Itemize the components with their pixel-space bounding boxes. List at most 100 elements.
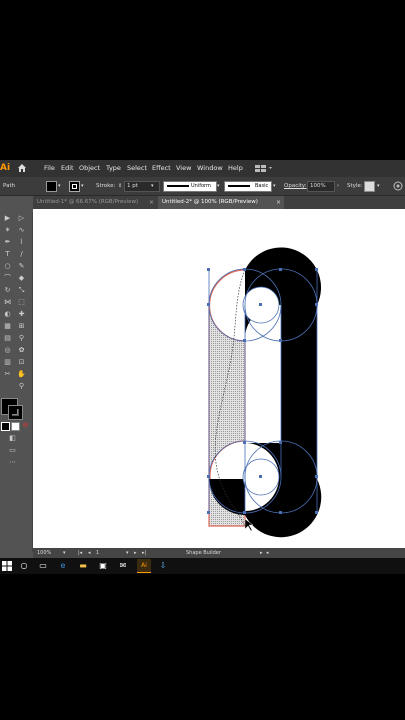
rotate-tool-icon[interactable]: ↻ [3, 286, 12, 295]
task-view-icon[interactable]: ▭ [38, 561, 48, 571]
artwork[interactable] [33, 209, 405, 548]
search-icon[interactable]: ○ [19, 561, 29, 571]
color-mode-icon[interactable] [1, 422, 10, 431]
brush-value: Basic [255, 183, 269, 189]
tool-info-arrow-icon[interactable]: ▸ [260, 548, 263, 558]
gradient-tool-icon[interactable]: ▤ [3, 334, 12, 343]
more-tools-icon[interactable]: ⋯ [8, 458, 17, 467]
tab-untitled-2[interactable]: Untitled-2* @ 100% (RGB/Preview) [158, 196, 284, 209]
gradient-mode-icon[interactable] [11, 422, 20, 431]
style-swatch[interactable] [364, 181, 375, 192]
line-tool-icon[interactable]: / [17, 250, 26, 259]
control-bar: Path ▾ ▾ Stroke: ⇕ 1 pt ▾ Uniform ▾ Basic… [0, 177, 405, 196]
stroke-swatch[interactable] [69, 181, 80, 192]
opacity-field[interactable]: 100% [307, 181, 335, 192]
zoom-tool-icon[interactable]: ⚲ [17, 382, 26, 391]
screen-mode-icon[interactable]: ▭ [8, 446, 17, 455]
pen-tool-icon[interactable]: ✒ [3, 238, 12, 247]
style-dropdown-icon[interactable]: ▾ [377, 182, 380, 190]
type-tool-icon[interactable]: T [3, 250, 12, 259]
home-icon[interactable] [17, 163, 27, 173]
stroke-label[interactable]: Stroke: [96, 182, 115, 190]
menu-object[interactable]: Object [79, 163, 100, 173]
store-icon[interactable]: ▣ [98, 561, 108, 571]
mail-icon[interactable]: ✉ [118, 561, 128, 571]
artboard-dropdown-icon[interactable]: ▾ [126, 548, 129, 558]
menu-bar: Ai File Edit Object Type Select Effect V… [0, 160, 405, 177]
width-tool-icon[interactable]: ⋈ [3, 298, 12, 307]
hand-tool-icon[interactable]: ✋ [17, 370, 26, 379]
illustrator-window: Ai File Edit Object Type Select Effect V… [0, 160, 405, 574]
fill-dropdown-icon[interactable]: ▾ [58, 182, 61, 190]
first-artboard-icon[interactable]: |◂ [78, 548, 82, 558]
file-explorer-icon[interactable]: ▬ [78, 561, 88, 571]
stroke-stepper-icon[interactable]: ⇕ [118, 182, 122, 190]
current-tool-label: Shape Builder [186, 550, 221, 556]
tab-untitled-1[interactable]: Untitled-1* @ 66.67% (RGB/Preview) [33, 196, 157, 209]
selection-type-label: Path [3, 183, 16, 189]
artboard-tool-icon[interactable]: ⊡ [17, 358, 26, 367]
menu-select[interactable]: Select [127, 163, 147, 173]
fill-swatch[interactable] [46, 181, 57, 192]
shape-builder-icon[interactable]: ◐ [3, 310, 12, 319]
perspective-grid-icon[interactable]: ▦ [3, 322, 12, 331]
menu-type[interactable]: Type [106, 163, 121, 173]
profile-value: Uniform [191, 183, 211, 189]
prev-artboard-icon[interactable]: ◂ [88, 548, 91, 558]
opacity-expand-icon[interactable]: › [337, 182, 339, 190]
next-artboard-icon[interactable]: ▸ [134, 548, 137, 558]
close-tab-icon[interactable]: × [276, 196, 281, 209]
live-paint-icon[interactable]: ✚ [17, 310, 26, 319]
selection-tool-icon[interactable]: ▶ [3, 214, 12, 223]
recolor-artwork-icon[interactable] [393, 181, 403, 191]
slice-tool-icon[interactable]: ✂ [3, 370, 12, 379]
ellipse-tool-icon[interactable]: ○ [3, 262, 12, 271]
free-transform-icon[interactable]: ⬚ [17, 298, 26, 307]
scale-tool-icon[interactable]: ⤡ [17, 286, 26, 295]
mesh-tool-icon[interactable]: ⊞ [17, 322, 26, 331]
brush-tool-icon[interactable]: ⌒ [3, 274, 12, 283]
profile-dropdown-icon[interactable]: ▾ [217, 182, 220, 190]
draw-mode-icon[interactable]: ◧ [8, 434, 17, 443]
menu-edit[interactable]: Edit [61, 163, 74, 173]
zoom-dropdown-icon[interactable]: ▾ [63, 548, 66, 558]
menu-window[interactable]: Window [197, 163, 223, 173]
illustrator-taskbar-icon[interactable]: Ai [137, 559, 151, 573]
stroke-weight-field[interactable]: 1 pt ▾ [124, 181, 160, 192]
symbol-sprayer-icon[interactable]: ✿ [17, 346, 26, 355]
opacity-label[interactable]: Opacity: [284, 182, 307, 190]
menu-file[interactable]: File [44, 163, 55, 173]
edge-icon[interactable]: e [58, 561, 68, 571]
column-graph-icon[interactable]: ▥ [3, 358, 12, 367]
stroke-weight-value: 1 pt [127, 183, 138, 189]
last-artboard-icon[interactable]: ▸| [142, 548, 146, 558]
magic-wand-icon[interactable]: ✶ [3, 226, 12, 235]
stroke-dropdown-icon[interactable]: ▾ [81, 182, 84, 190]
stroke-color-box[interactable] [8, 405, 23, 420]
windows-taskbar: ○ ▭ e ▬ ▣ ✉ Ai ⇩ [0, 558, 405, 574]
direct-selection-tool-icon[interactable]: ▷ [17, 214, 26, 223]
artboard-canvas[interactable] [33, 209, 405, 548]
curvature-tool-icon[interactable]: ⌇ [17, 238, 26, 247]
eyedropper-icon[interactable]: ⚲ [17, 334, 26, 343]
lasso-icon[interactable]: ∿ [17, 226, 26, 235]
status-expand-icon[interactable]: ◂ [266, 548, 269, 558]
workspace-switcher-icon[interactable] [254, 164, 274, 173]
windows-start-icon[interactable] [2, 561, 12, 571]
blend-tool-icon[interactable]: ◎ [3, 346, 12, 355]
tools-panel: ▶ ▷ ✶ ∿ ✒ ⌇ T / ○ ✎ ⌒ ◆ ↻ ⤡ ⋈ ⬚ ◐ ✚ ▦ ⊞ … [0, 212, 33, 552]
menu-help[interactable]: Help [228, 163, 243, 173]
brush-definition[interactable]: Basic [224, 181, 272, 192]
menu-effect[interactable]: Effect [152, 163, 171, 173]
variable-width-profile[interactable]: Uniform [163, 181, 217, 192]
none-mode-icon[interactable]: ⊘ [21, 421, 30, 430]
close-tab-icon[interactable]: × [149, 196, 154, 209]
menu-view[interactable]: View [176, 163, 191, 173]
brush-dropdown-icon[interactable]: ▾ [273, 182, 276, 190]
zoom-level[interactable]: 100% [37, 548, 51, 558]
app-logo: Ai [0, 163, 11, 173]
eraser-tool-icon[interactable]: ◆ [17, 274, 26, 283]
app-taskbar-icon[interactable]: ⇩ [158, 561, 168, 571]
artboard-number[interactable]: 1 [96, 548, 99, 558]
pencil-tool-icon[interactable]: ✎ [17, 262, 26, 271]
